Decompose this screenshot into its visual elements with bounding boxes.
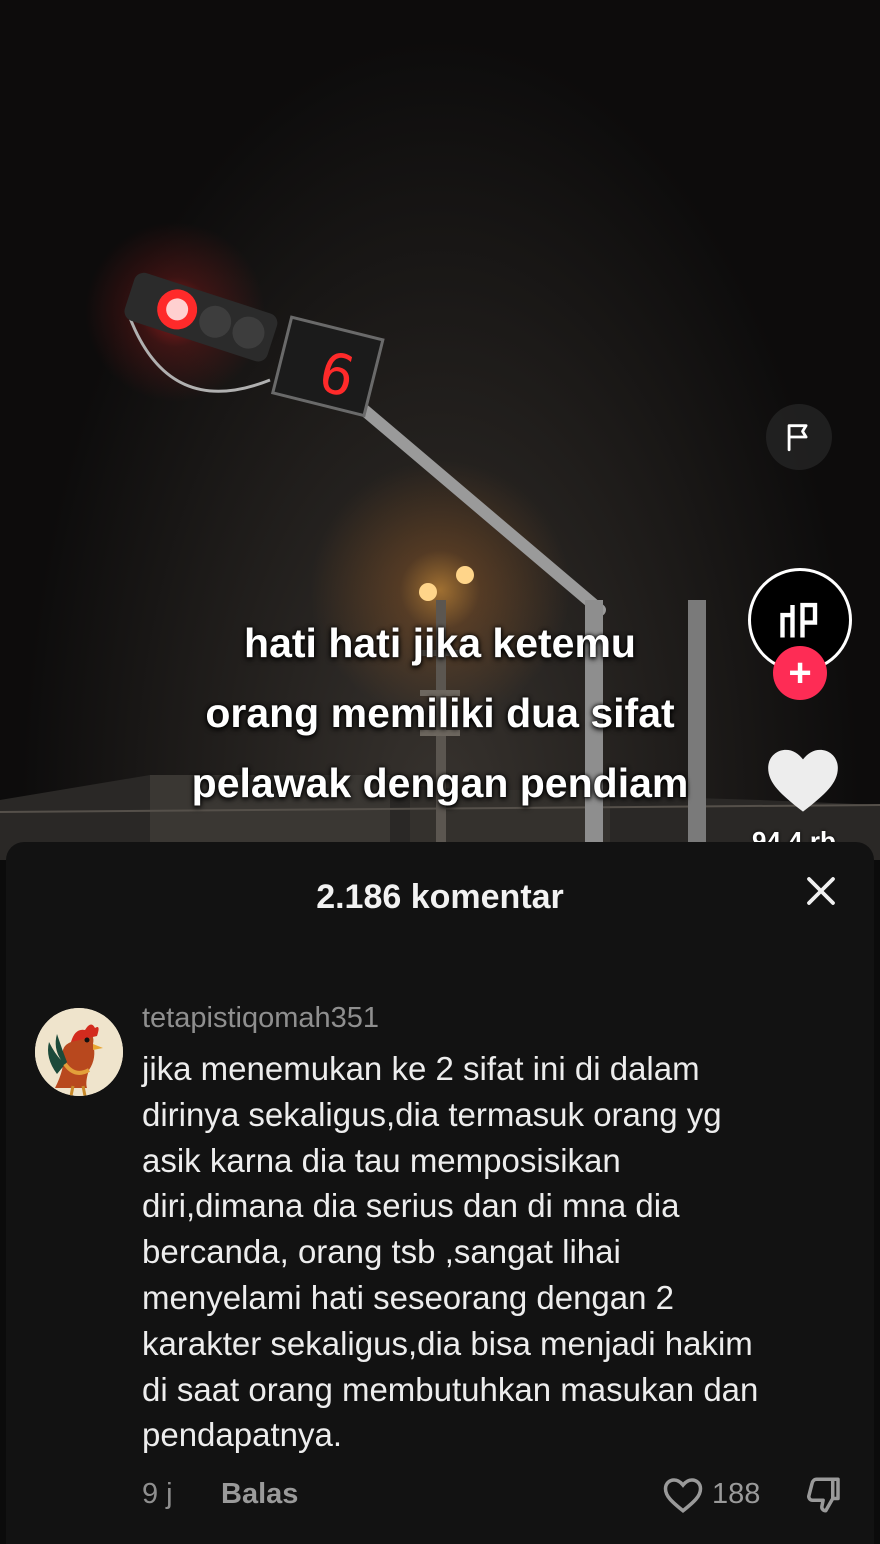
comment-like-button[interactable] — [662, 1475, 704, 1515]
comment-line: menyelami hati seseorang dengan 2 — [142, 1278, 675, 1316]
video-caption: hati hati jika ketemu orang memiliki dua… — [120, 608, 760, 818]
comment-line: karakter sekaligus,dia bisa menjadi haki… — [142, 1324, 753, 1362]
comment-line: asik karna dia tau memposisikan — [142, 1141, 621, 1179]
comment-line: dirinya sekaligus,dia termasuk orang yg — [142, 1095, 722, 1133]
thumbs-down-icon — [807, 1477, 840, 1513]
flag-icon — [787, 424, 808, 452]
follow-button[interactable]: + — [773, 646, 827, 700]
comment-username[interactable]: tetapistiqomah351 — [142, 1002, 379, 1035]
comments-count-title: 2.186 komentar — [316, 878, 564, 916]
comment-line: jika menemukan ke 2 sifat ini di dalam — [142, 1050, 700, 1087]
caption-line: pelawak dengan pendiam — [191, 760, 689, 806]
like-button[interactable] — [765, 745, 841, 815]
report-button[interactable] — [766, 404, 832, 470]
video-player[interactable]: 6 hati hati jika ketemu orang memiliki d… — [0, 0, 880, 860]
close-button[interactable] — [800, 870, 842, 912]
dislike-button[interactable] — [802, 1474, 846, 1516]
comment-line: bercanda, orang tsb ,sangat lihai — [142, 1233, 621, 1271]
comment-text: jika menemukan ke 2 sifat ini di dalam d… — [142, 1046, 852, 1458]
comment-line: diri,dimana dia serius dan di mna dia — [142, 1187, 680, 1225]
heart-icon — [768, 749, 838, 812]
close-icon — [807, 877, 835, 905]
comment-like-count: 188 — [712, 1478, 761, 1510]
plus-icon: + — [788, 651, 812, 695]
caption-line: hati hati jika ketemu — [244, 620, 636, 666]
comment-line: di saat orang membutuhkan masukan dan — [142, 1370, 759, 1408]
caption-line: orang memiliki dua sifat — [205, 690, 675, 736]
creator-logo-icon — [780, 602, 818, 638]
comment-avatar[interactable] — [35, 1008, 123, 1096]
rooster-avatar-icon — [35, 1008, 123, 1096]
heart-outline-icon — [663, 1478, 703, 1513]
comment-timestamp: 9 j — [142, 1478, 173, 1510]
comment-line: pendapatnya. — [142, 1416, 343, 1454]
reply-button[interactable]: Balas — [221, 1478, 298, 1511]
